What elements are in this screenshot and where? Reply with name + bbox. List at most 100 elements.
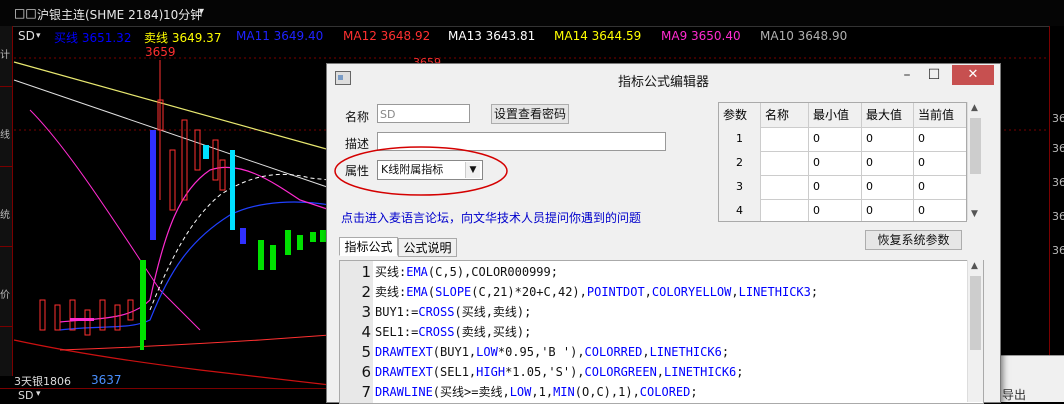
params-cell[interactable]: 0: [914, 199, 966, 221]
params-col-header: 最小值: [809, 103, 862, 127]
scroll-thumb[interactable]: [970, 118, 981, 174]
params-cell[interactable]: [761, 199, 809, 221]
code-token: (BUY1,: [432, 345, 477, 359]
side-label-2[interactable]: 线: [0, 126, 10, 141]
code-text: 买线:EMA(C,5),COLOR000999;: [375, 262, 558, 282]
name-label: 名称: [345, 110, 370, 124]
code-token: ;: [736, 365, 744, 379]
code-keyword: EMA: [406, 285, 428, 299]
code-keyword: DRAWTEXT: [375, 345, 433, 359]
params-cell[interactable]: 0: [809, 127, 862, 151]
dialog-title-bar[interactable]: 指标公式编辑器 – ☐ ✕: [327, 64, 1000, 92]
code-keyword: LINETHICK6: [649, 345, 722, 359]
code-text: DRAWLINE(买线>=卖线,LOW,1,MIN(O,C),1),COLORE…: [375, 382, 698, 402]
highlight-ellipse: [334, 146, 508, 196]
params-header-row: 参数 名称 最小值 最大值 当前值: [719, 103, 966, 128]
params-cell[interactable]: 0: [809, 175, 862, 199]
params-cell[interactable]: 0: [914, 151, 966, 175]
line-number: 7: [361, 383, 371, 401]
tab-formula[interactable]: 指标公式: [339, 237, 398, 256]
scroll-up-icon[interactable]: ▲: [971, 103, 978, 113]
line-number: 6: [361, 363, 371, 381]
code-keyword: COLORYELLOW: [651, 285, 732, 299]
params-cell[interactable]: [761, 151, 809, 175]
code-token: (买线,卖线);: [454, 305, 532, 319]
code-keyword: LOW: [476, 345, 498, 359]
params-row[interactable]: 1000: [719, 127, 966, 152]
low-price-label: 3637: [91, 373, 122, 387]
code-text: 卖线:EMA(SLOPE(C,21)*20+C,42),POINTDOT,COL…: [375, 282, 818, 302]
side-label-4[interactable]: 价: [0, 286, 10, 301]
sub-contract-label: 3天银1806: [14, 375, 71, 388]
code-token: (C,21)*20+C,42),: [471, 285, 587, 299]
code-text: BUY1:=CROSS(买线,卖线);: [375, 302, 531, 322]
params-cell[interactable]: [761, 127, 809, 151]
params-cell: 1: [719, 127, 761, 151]
bottom-indicator-name[interactable]: SD: [18, 389, 33, 401]
maximize-button[interactable]: ☐: [923, 64, 945, 86]
code-token: (C,5),: [427, 265, 472, 279]
price-tick: 36: [1052, 142, 1064, 155]
code-token: *1.05,'S'),: [505, 365, 585, 379]
scroll-down-icon[interactable]: ▼: [971, 209, 978, 219]
export-button[interactable]: 导出: [1002, 386, 1026, 403]
code-token: ,: [656, 365, 665, 379]
code-keyword: DRAWTEXT: [375, 365, 433, 379]
code-text: SEL1:=CROSS(卖线,买线);: [375, 322, 531, 342]
restore-params-button[interactable]: 恢复系统参数: [865, 230, 962, 250]
code-text: DRAWTEXT(BUY1,LOW*0.95,'B '),COLORRED,LI…: [375, 342, 729, 362]
scroll-up-icon[interactable]: ▲: [971, 261, 978, 271]
code-keyword: DRAWLINE: [375, 385, 433, 399]
code-token: ;: [721, 345, 730, 359]
params-row[interactable]: 4000: [719, 199, 966, 221]
left-side-panel: 计 线 统 价: [0, 26, 13, 376]
params-scrollbar[interactable]: ▲ ▼: [967, 102, 983, 220]
params-cell[interactable]: 0: [914, 175, 966, 199]
params-col-header: 当前值: [914, 103, 966, 127]
code-keyword: MIN: [553, 385, 575, 399]
params-col-header: 最大值: [862, 103, 914, 127]
price-tick: 36: [1052, 176, 1064, 189]
side-label-3[interactable]: 统: [0, 206, 10, 221]
code-token: ;: [810, 285, 819, 299]
params-cell[interactable]: 0: [862, 175, 914, 199]
code-token: ,: [731, 285, 739, 299]
side-label-1[interactable]: 计: [0, 46, 10, 61]
scroll-thumb[interactable]: [970, 276, 981, 350]
code-token: ,1,: [531, 385, 554, 399]
code-keyword: COLORED: [639, 385, 691, 399]
code-token: BUY1:=: [375, 305, 419, 319]
params-cell[interactable]: 0: [862, 151, 914, 175]
code-token: (SEL1,: [432, 365, 477, 379]
code-keyword: LOW: [509, 385, 532, 399]
params-cell[interactable]: 0: [862, 127, 914, 151]
params-cell[interactable]: 0: [809, 151, 862, 175]
code-token: 卖线:: [375, 285, 407, 299]
params-cell[interactable]: [761, 175, 809, 199]
code-token: ,: [644, 285, 652, 299]
code-keyword: LINETHICK6: [664, 365, 737, 379]
params-row[interactable]: 3000: [719, 175, 966, 200]
forum-link[interactable]: 点击进入麦语言论坛，向文华技术人员提问你遇到的问题: [341, 209, 641, 226]
editor-scrollbar[interactable]: ▲: [967, 260, 983, 402]
code-token: 买线:: [375, 265, 407, 279]
params-row[interactable]: 2000: [719, 151, 966, 176]
name-field[interactable]: SD: [377, 104, 470, 123]
code-editor[interactable]: 1 买线:EMA(C,5),COLOR000999; 2 卖线:EMA(SLOPE(C…: [339, 260, 984, 404]
code-token: ;: [690, 385, 698, 399]
code-keyword: CROSS: [418, 305, 455, 319]
high-price-label: 3659: [145, 45, 176, 59]
code-keyword: COLORRED: [584, 345, 643, 359]
params-cell[interactable]: 0: [862, 199, 914, 221]
side-panel-fragment: 导出: [999, 355, 1064, 402]
tab-formula-desc[interactable]: 公式说明: [398, 238, 457, 257]
chevron-down-icon[interactable]: ▾: [36, 389, 41, 399]
set-password-button[interactable]: 设置查看密码: [491, 104, 569, 124]
price-tick: 36: [1052, 244, 1064, 257]
line-number: 4: [361, 323, 371, 341]
params-cell[interactable]: 0: [914, 127, 966, 151]
minimize-button[interactable]: –: [896, 64, 918, 86]
close-button[interactable]: ✕: [952, 65, 994, 85]
price-tick: 36: [1052, 112, 1064, 125]
params-cell[interactable]: 0: [809, 199, 862, 221]
